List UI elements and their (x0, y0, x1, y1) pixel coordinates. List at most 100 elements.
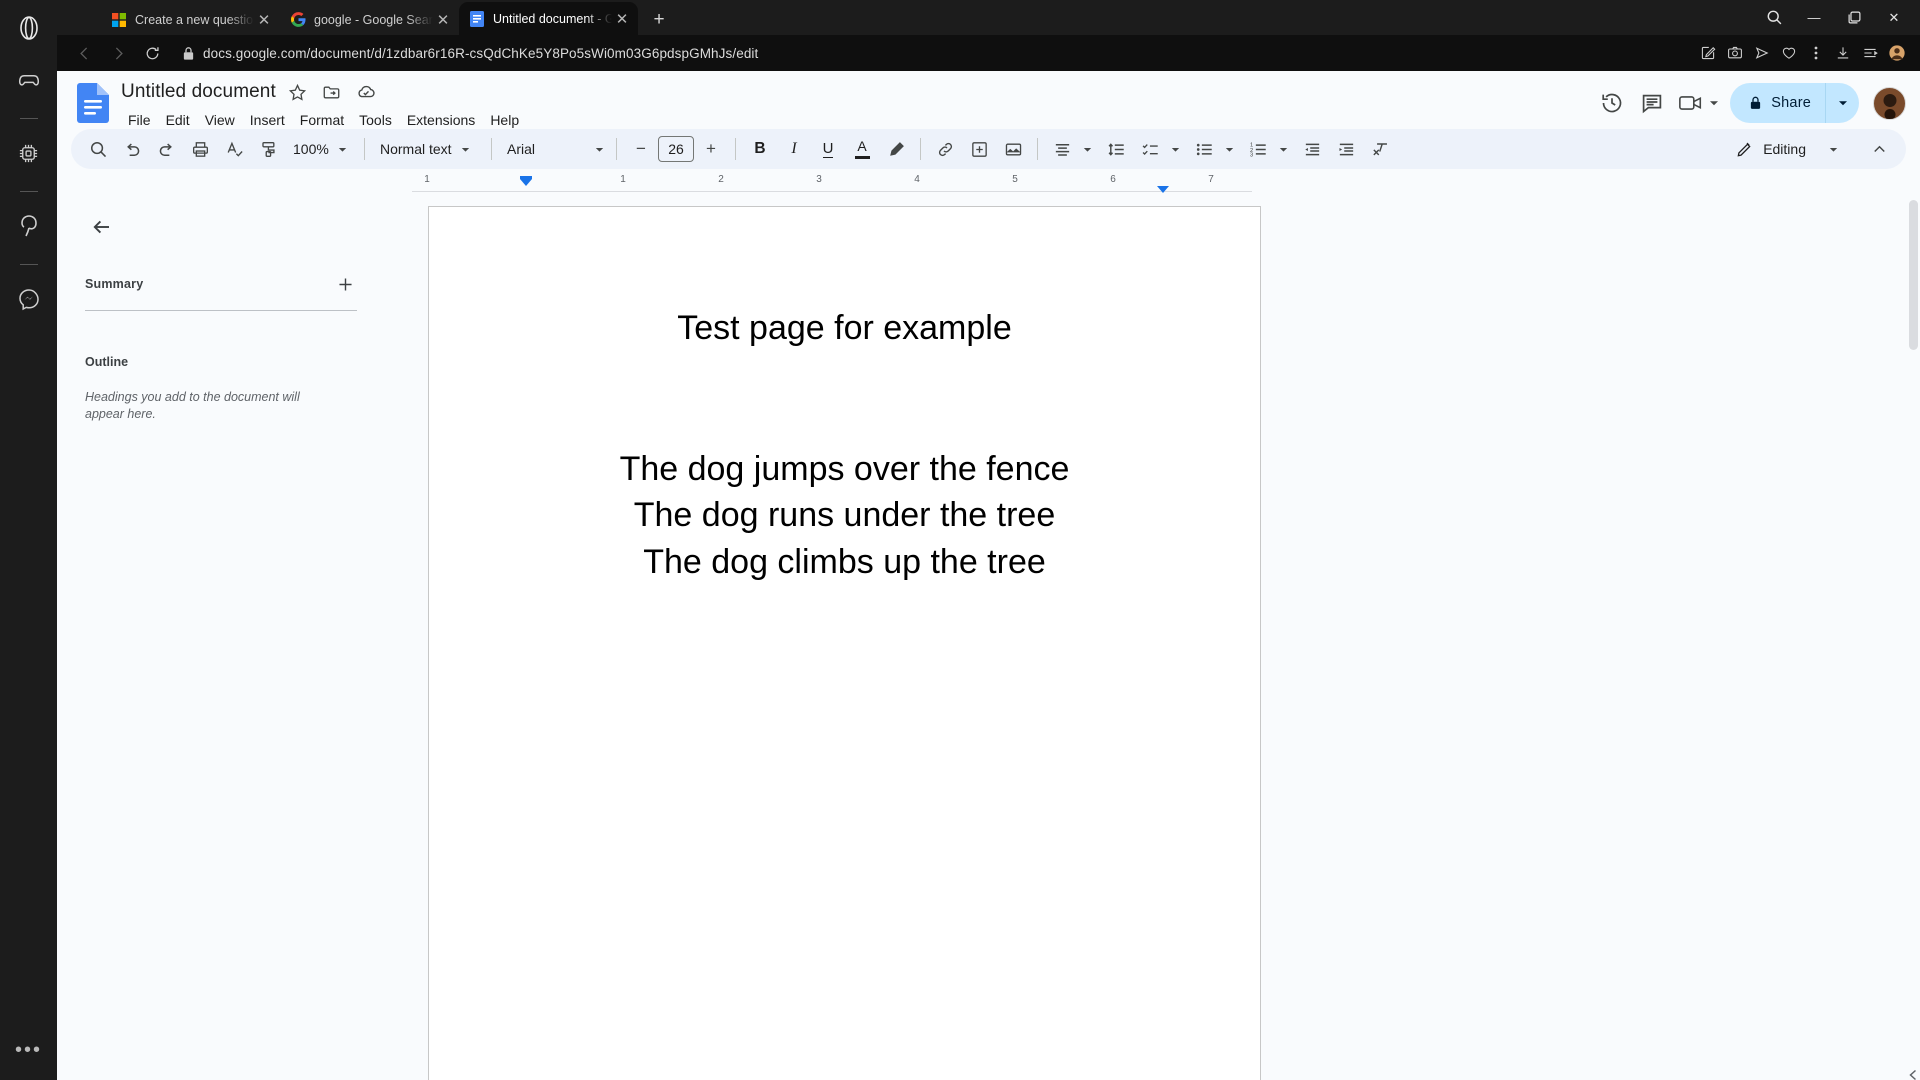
opera-logo-icon[interactable] (9, 8, 49, 48)
underline-button[interactable]: U (813, 134, 843, 164)
heart-icon[interactable] (1775, 39, 1802, 67)
menu-help[interactable]: Help (483, 110, 526, 130)
avatar[interactable] (1873, 87, 1906, 120)
menu-tools[interactable]: Tools (352, 110, 399, 130)
checklist-icon[interactable] (1135, 134, 1165, 164)
history-icon[interactable] (1592, 83, 1632, 123)
document-title[interactable]: Untitled document (121, 81, 276, 103)
ai-chip-icon[interactable] (9, 133, 49, 173)
paint-format-icon[interactable] (253, 134, 283, 164)
browser-tab-2[interactable]: google - Google Search ✕ (280, 4, 459, 35)
editing-mode-caret[interactable] (1820, 134, 1846, 164)
vertical-scrollbar[interactable] (1906, 196, 1920, 1080)
bold-button[interactable]: B (745, 134, 775, 164)
profile-icon[interactable] (1883, 39, 1910, 67)
menu-extensions[interactable]: Extensions (400, 110, 482, 130)
plus-icon[interactable] (333, 272, 357, 296)
decrease-indent-icon[interactable] (1297, 134, 1327, 164)
font-family-dropdown[interactable]: Arial (499, 134, 609, 164)
font-size-input[interactable]: 26 (658, 136, 694, 162)
first-line-indent-marker[interactable] (520, 176, 532, 179)
add-comment-icon[interactable] (964, 134, 994, 164)
bulleted-list-icon[interactable] (1189, 134, 1219, 164)
undo-icon[interactable] (117, 134, 147, 164)
align-center-icon[interactable] (1047, 134, 1077, 164)
browser-tab-1[interactable]: Create a new question or st ✕ (101, 4, 280, 35)
chevron-down-icon[interactable] (1708, 97, 1720, 109)
docs-header-actions: Share (1592, 83, 1906, 123)
back-arrow-icon[interactable] (67, 38, 101, 68)
decrease-font-size-button[interactable]: − (626, 134, 656, 164)
cloud-saved-icon[interactable] (354, 80, 378, 104)
increase-font-size-button[interactable]: + (696, 134, 726, 164)
star-icon[interactable] (286, 80, 310, 104)
browser-tab-3-active[interactable]: Untitled document - Googl ✕ (459, 2, 638, 35)
tab-list-icon[interactable] (61, 2, 95, 34)
reload-icon[interactable] (135, 38, 169, 68)
forward-arrow-icon[interactable] (101, 38, 135, 68)
collapse-toolbar-icon[interactable] (1864, 134, 1894, 164)
left-indent-marker[interactable] (520, 179, 532, 186)
menu-edit[interactable]: Edit (159, 110, 197, 130)
insert-image-icon[interactable] (998, 134, 1028, 164)
scrollbar-thumb[interactable] (1909, 200, 1918, 350)
kebab-menu-icon[interactable] (1802, 39, 1829, 67)
search-icon[interactable] (83, 134, 113, 164)
game-controller-icon[interactable] (9, 60, 49, 100)
numbered-list-dropdown-caret[interactable] (1273, 134, 1293, 164)
comment-icon[interactable] (1632, 83, 1672, 123)
new-tab-button[interactable]: + (644, 5, 674, 35)
close-button[interactable]: ✕ (1874, 1, 1914, 34)
document-scroll-area[interactable]: Test page for example The dog jumps over… (373, 196, 1920, 1080)
clear-formatting-icon[interactable] (1365, 134, 1395, 164)
minimize-button[interactable]: — (1794, 1, 1834, 34)
menu-view[interactable]: View (198, 110, 242, 130)
bulleted-list-dropdown-caret[interactable] (1219, 134, 1239, 164)
scroll-up-icon[interactable] (1906, 1068, 1920, 1080)
redo-icon[interactable] (151, 134, 181, 164)
google-docs-logo-icon[interactable] (75, 83, 111, 123)
ruler-baseline (412, 191, 1252, 192)
right-indent-marker[interactable] (1157, 186, 1169, 193)
search-icon[interactable] (1754, 1, 1794, 34)
close-icon[interactable]: ✕ (433, 10, 453, 30)
back-arrow-icon[interactable] (85, 210, 119, 244)
checklist-dropdown-caret[interactable] (1165, 134, 1185, 164)
highlight-pen-icon[interactable] (881, 134, 911, 164)
more-options-icon[interactable]: ••• (15, 1039, 42, 1062)
close-icon[interactable]: ✕ (612, 9, 632, 29)
move-to-folder-icon[interactable] (320, 80, 344, 104)
share-dropdown-caret[interactable] (1825, 83, 1859, 123)
share-button[interactable]: Share (1730, 83, 1825, 123)
align-dropdown-caret[interactable] (1077, 134, 1097, 164)
line-spacing-icon[interactable] (1101, 134, 1131, 164)
menu-insert[interactable]: Insert (243, 110, 292, 130)
snapshot-icon[interactable] (1721, 39, 1748, 67)
sidebar-toggle-icon[interactable] (1856, 39, 1883, 67)
pinterest-icon[interactable] (9, 206, 49, 246)
italic-button[interactable]: I (779, 134, 809, 164)
send-icon[interactable] (1748, 39, 1775, 67)
numbered-list-icon[interactable]: 123 (1243, 134, 1273, 164)
insert-link-icon[interactable] (930, 134, 960, 164)
increase-indent-icon[interactable] (1331, 134, 1361, 164)
print-icon[interactable] (185, 134, 215, 164)
document-ruler[interactable]: 1 1 2 3 4 5 6 7 (412, 174, 1252, 196)
editing-mode-button[interactable]: Editing (1728, 133, 1810, 165)
menu-format[interactable]: Format (293, 110, 351, 130)
document-heading[interactable]: Test page for example (429, 307, 1260, 350)
paragraph-style-dropdown[interactable]: Normal text (372, 134, 484, 164)
menu-file[interactable]: File (121, 110, 158, 130)
text-color-button[interactable]: A (847, 134, 877, 164)
zoom-dropdown[interactable]: 100% (285, 134, 357, 164)
document-page[interactable]: Test page for example The dog jumps over… (428, 206, 1261, 1080)
maximize-button[interactable] (1834, 1, 1874, 34)
close-icon[interactable]: ✕ (254, 10, 274, 30)
edit-link-icon[interactable] (1694, 39, 1721, 67)
download-icon[interactable] (1829, 39, 1856, 67)
messenger-icon[interactable] (9, 279, 49, 319)
document-paragraph[interactable]: The dog jumps over the fence The dog run… (429, 446, 1260, 587)
video-camera-icon[interactable] (1672, 83, 1722, 123)
url-omnibox[interactable]: docs.google.com/document/d/1zdbar6r16R-c… (173, 38, 1694, 68)
spellcheck-icon[interactable] (219, 134, 249, 164)
